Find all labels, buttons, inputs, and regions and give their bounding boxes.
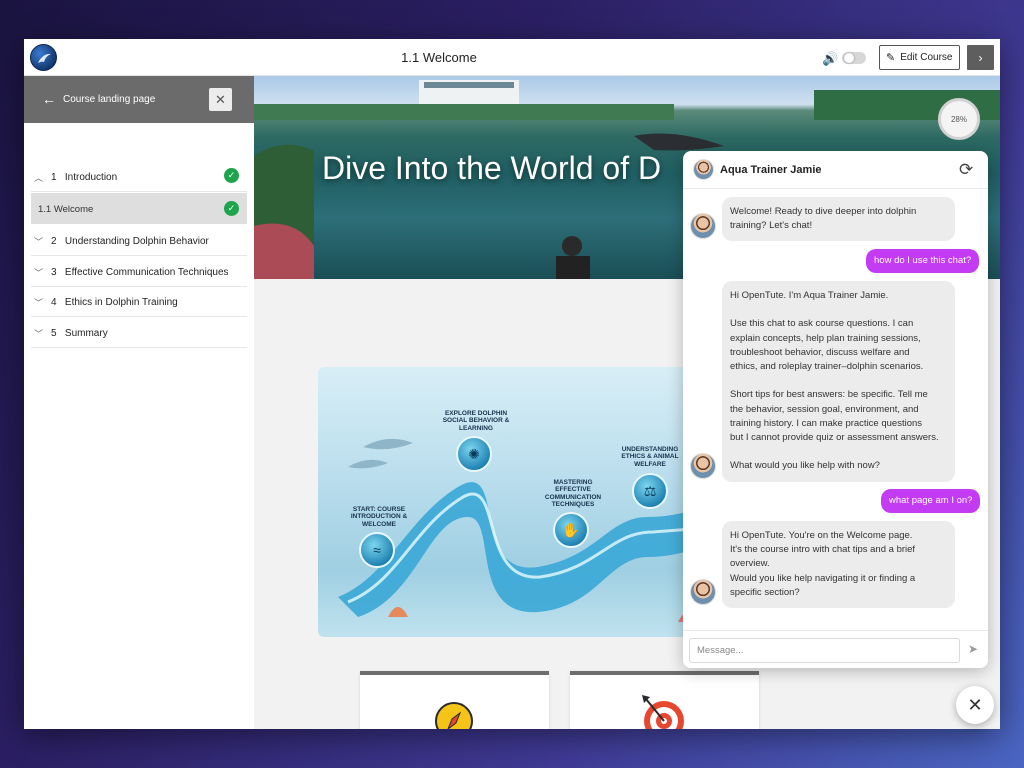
edit-course-button[interactable]: ✎ Edit Course: [879, 45, 960, 70]
audio-toggle[interactable]: [842, 52, 866, 64]
chevron-right-icon: ›: [978, 50, 983, 65]
sidebar-header: ← Course landing page ✕: [24, 76, 254, 123]
speaker-icon[interactable]: 🔊: [822, 51, 838, 67]
assistant-message: Hi OpenTute. I'm Aqua Trainer Jamie. Use…: [722, 281, 955, 482]
chevron-down-icon: ﹀: [34, 237, 44, 247]
hand-signal-icon: ✋: [553, 512, 589, 548]
course-roadmap-image: START: COURSE INTRODUCTION & WELCOME ≈ E…: [318, 367, 718, 637]
send-icon[interactable]: ➤: [968, 642, 978, 656]
roadmap-stop-label: START: COURSE INTRODUCTION & WELCOME: [350, 506, 408, 528]
avatar: [693, 159, 714, 180]
close-chat-button[interactable]: ✕: [956, 686, 994, 724]
progress-label: 28%: [950, 114, 967, 124]
info-card[interactable]: [360, 671, 549, 729]
chevron-down-icon: ﹀: [34, 268, 44, 278]
chevron-down-icon: ﹀: [34, 298, 44, 308]
sidebar-section-summary[interactable]: ﹀ 5 Summary: [31, 318, 247, 348]
edit-course-label: Edit Course: [900, 52, 953, 63]
section-number: 4: [51, 297, 57, 308]
avatar: [690, 213, 716, 239]
compass-icon: [435, 702, 473, 729]
avatar: [690, 453, 716, 479]
chat-panel: Aqua Trainer Jamie ⟳ Welcome! Ready to d…: [683, 151, 988, 668]
scales-icon: ⚖: [632, 473, 668, 509]
assistant-name: Aqua Trainer Jamie: [720, 164, 822, 176]
course-sidebar: ← Course landing page ✕ ︿ 1 Introduction…: [24, 76, 254, 729]
chevron-down-icon: ﹀: [34, 329, 44, 339]
page-title: 1.1 Welcome: [401, 50, 477, 65]
roadmap-stop-label: EXPLORE DOLPHIN SOCIAL BEHAVIOR & LEARNI…: [442, 410, 510, 432]
hero-title: Dive Into the World of D: [322, 150, 662, 186]
section-number: 3: [51, 267, 57, 278]
sidebar-section-ethics[interactable]: ﹀ 4 Ethics in Dolphin Training: [31, 287, 247, 317]
chevron-up-icon: ︿: [34, 173, 44, 183]
course-landing-link[interactable]: Course landing page: [63, 94, 155, 105]
section-title: Effective Communication Techniques: [64, 267, 229, 278]
avatar: [690, 579, 716, 605]
section-number: 5: [51, 328, 57, 339]
roadmap-stop-label: UNDERSTANDING ETHICS & ANIMAL WELFARE: [621, 446, 679, 468]
target-icon: [642, 695, 684, 729]
next-page-button[interactable]: ›: [967, 45, 994, 70]
info-card[interactable]: [570, 671, 759, 729]
check-complete-icon: ✓: [224, 168, 239, 183]
back-arrow-icon[interactable]: ←: [42, 91, 56, 107]
assistant-message: Welcome! Ready to dive deeper into dolph…: [722, 197, 955, 242]
sidebar-section-effective-communication[interactable]: ﹀ 3 Effective Communication Techniques: [31, 257, 247, 287]
section-title: Introduction: [64, 172, 118, 183]
chat-composer: ➤: [683, 630, 988, 668]
lesson-title: 1.1 Welcome: [38, 204, 94, 215]
user-message: what page am I on?: [881, 489, 981, 513]
top-bar: 1.1 Welcome 🔊 ✎ Edit Course ›: [24, 39, 1000, 76]
refresh-icon[interactable]: ⟳: [959, 160, 973, 180]
brain-icon: ✺: [456, 436, 492, 472]
assistant-message: Hi OpenTute. You're on the Welcome page.…: [722, 521, 955, 609]
close-sidebar-button[interactable]: ✕: [209, 88, 232, 111]
sidebar-lesson-welcome[interactable]: 1.1 Welcome ✓: [31, 193, 247, 224]
check-complete-icon: ✓: [224, 201, 239, 216]
course-progress-indicator: 28%: [938, 98, 980, 140]
sidebar-section-understanding-dolphin-behavior[interactable]: ﹀ 2 Understanding Dolphin Behavior: [31, 226, 247, 256]
edit-icon: ✎: [886, 52, 896, 64]
section-number: 2: [51, 236, 57, 247]
roadmap-stop-label: MASTERING EFFECTIVE COMMUNICATION TECHNI…: [544, 479, 602, 509]
wave-icon: ≈: [359, 532, 395, 568]
section-title: Understanding Dolphin Behavior: [64, 236, 209, 247]
section-title: Ethics in Dolphin Training: [64, 297, 178, 308]
user-message: how do I use this chat?: [866, 249, 980, 273]
message-input[interactable]: [689, 638, 960, 663]
section-title: Summary: [64, 328, 108, 339]
close-icon: ✕: [215, 91, 226, 107]
section-number: 1: [51, 172, 57, 183]
sidebar-section-introduction[interactable]: ︿ 1 Introduction ✓: [31, 162, 247, 192]
chat-header: Aqua Trainer Jamie ⟳: [683, 151, 988, 189]
close-icon: ✕: [967, 694, 983, 715]
